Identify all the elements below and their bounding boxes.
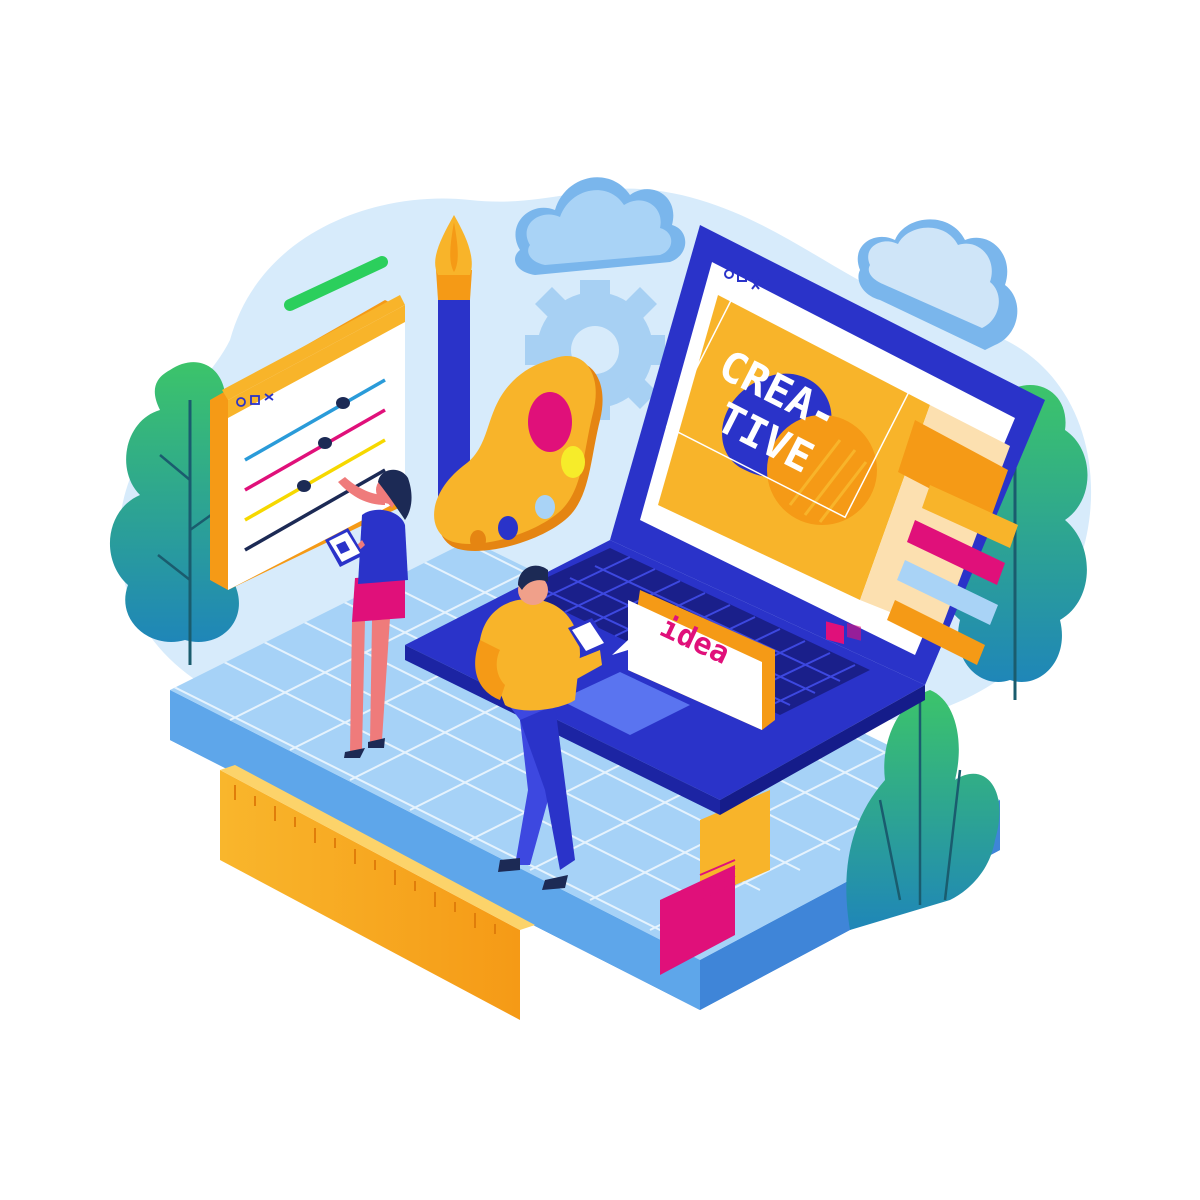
isometric-creative-illustration: CREA- TIVE idea — [109, 177, 1092, 1020]
